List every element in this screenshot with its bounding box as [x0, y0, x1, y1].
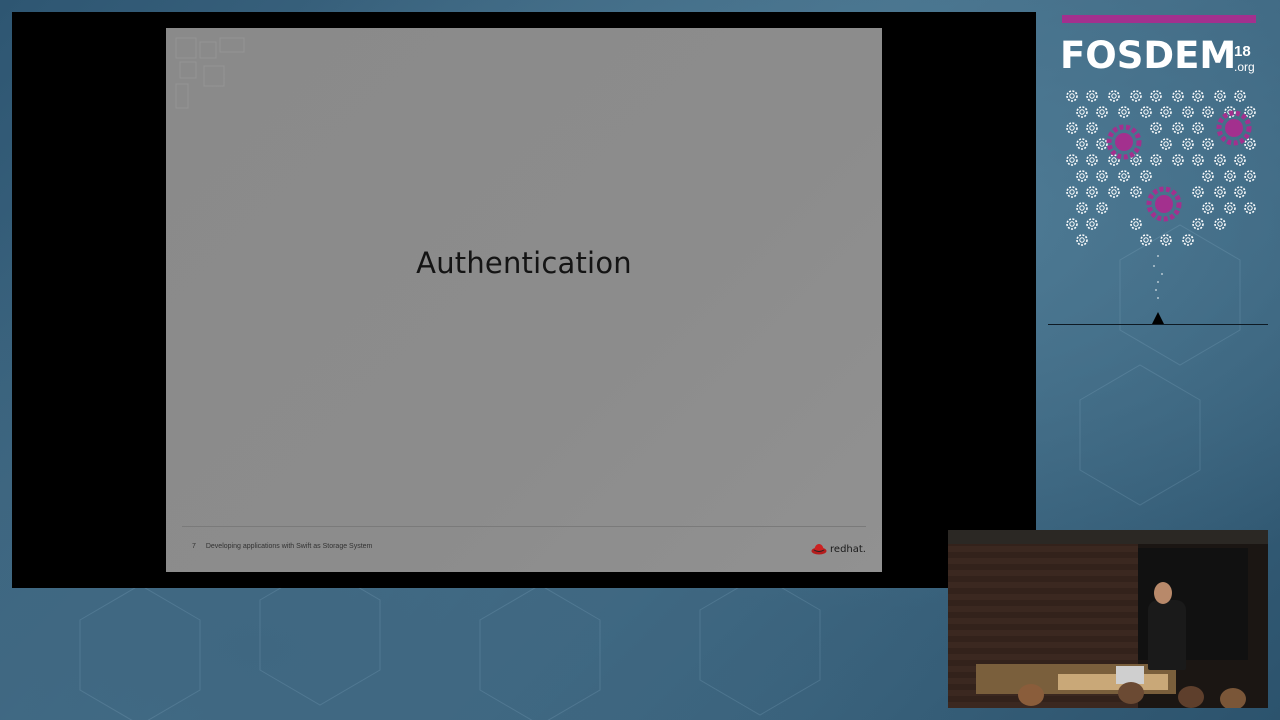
speaker-camera-feed [948, 530, 1268, 708]
audience-head [1118, 682, 1144, 704]
fosdem-year: 18 [1234, 43, 1251, 60]
slide-footer: 7 Developing applications with Swift as … [192, 543, 372, 550]
redhat-logo: redhat. [811, 540, 866, 558]
fosdem-accent-bar [1062, 15, 1256, 23]
camera-speaker [1148, 600, 1186, 670]
slide-page-number: 7 [192, 543, 196, 550]
slide-corner-pattern [175, 37, 245, 109]
camera-audience [988, 680, 1268, 708]
audience-head [1178, 686, 1204, 708]
fosdem-gear-cloud-graphic [1066, 90, 1256, 324]
slide-footer-text: Developing applications with Swift as St… [205, 543, 373, 550]
slide-title: Authentication [416, 246, 632, 280]
audience-head [1220, 688, 1246, 708]
slide-divider [182, 526, 866, 527]
camera-speaker-head [1154, 582, 1172, 604]
redhat-logo-text: redhat. [830, 543, 866, 555]
fosdem-wordmark: FOSDEM [1060, 34, 1237, 77]
camera-ceiling [948, 530, 1268, 544]
audience-head [1018, 684, 1044, 706]
redhat-hat-icon [811, 544, 827, 555]
fosdem-baseline [1048, 324, 1268, 325]
fosdem-domain: .org [1234, 60, 1255, 74]
presentation-video: Authentication 7 Developing applications… [12, 12, 1036, 588]
presentation-slide: Authentication 7 Developing applications… [166, 28, 882, 572]
